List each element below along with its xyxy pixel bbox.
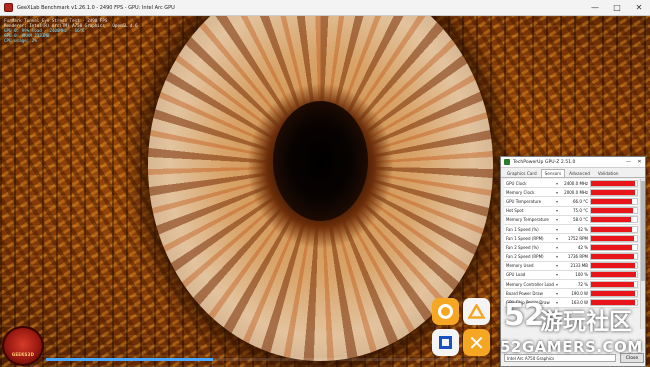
sensor-graph [590, 271, 638, 279]
sensor-graph-fill [591, 217, 632, 223]
sensor-row: GPU Load ▾ 100 % [504, 270, 638, 281]
sensor-row: Memory Clock ▾ 2000.0 MHz [504, 188, 638, 198]
sensor-name: Fan 2 Speed (%) [506, 244, 539, 250]
watermark-brand-number: 52 [504, 298, 545, 333]
sensor-graph [590, 225, 638, 233]
window-titlebar: GeeXLab Benchmark v1.26.1.0 - 2490 FPS -… [0, 0, 650, 16]
sensor-name: Memory Temperature [506, 217, 549, 223]
gpuz-window-controls: — ✕ [623, 159, 645, 165]
sensor-graph [590, 234, 638, 242]
sensor-value: 100 % [575, 272, 588, 278]
sensor-graph [590, 253, 638, 261]
minimize-button[interactable]: — [584, 0, 606, 16]
gpuz-title: TechPowerUp GPU-Z 2.51.0 [513, 159, 576, 165]
sensor-graph-fill [591, 180, 636, 186]
close-window-button[interactable]: ✕ [628, 0, 650, 16]
app-icon [4, 3, 13, 12]
site-watermark: ✕ 52 游玩社区 52GAMERS.COM [430, 292, 650, 367]
sensor-row: Fan 2 Speed (%) ▾ 42 % [504, 243, 638, 253]
benchmark-progress-fill [46, 358, 214, 361]
tab-sensors[interactable]: Sensors [540, 169, 566, 177]
gpuz-titlebar: TechPowerUp GPU-Z 2.51.0 — ✕ [501, 157, 645, 168]
sensor-row: Memory Controller Load ▾ 72 % [504, 280, 638, 290]
triangle-symbol-icon [463, 298, 490, 325]
sensor-name: Memory Used [506, 263, 534, 269]
sensor-graph-fill [591, 235, 634, 241]
tab-advanced[interactable]: Advanced [565, 169, 594, 177]
sensor-name: Memory Clock [506, 189, 535, 195]
sensor-name: Memory Controller Load [506, 281, 554, 287]
gpuz-app-icon [504, 159, 510, 165]
window-title: GeeXLab Benchmark v1.26.1.0 - 2490 FPS -… [17, 4, 175, 11]
sensor-graph [590, 207, 638, 215]
watermark-url: 52GAMERS.COM [500, 338, 643, 356]
sensor-graph-fill [591, 244, 633, 250]
sensor-graph-fill [591, 198, 633, 204]
sensor-list: GPU Clock ▾ 2400.0 MHz Memory Clock ▾ 2000.0 … [504, 179, 638, 308]
sensor-row: Fan 1 Speed (RPM) ▾ 1752 RPM [504, 234, 638, 244]
sensor-value: 75.0 °C [573, 208, 588, 214]
sensor-value: 2133 MB [570, 263, 588, 269]
sensor-graph [590, 243, 638, 251]
hud-overlay: FurMark Tunnel Eye Stress Test - 2490 FP… [4, 18, 264, 43]
maximize-button[interactable]: □ [606, 0, 628, 16]
sensor-value: 2000.0 MHz [564, 189, 588, 195]
eye-pupil [273, 101, 368, 221]
sensor-graph [590, 216, 638, 224]
circle-symbol-icon [432, 298, 459, 325]
sensor-row: Fan 1 Speed (%) ▾ 42 % [504, 224, 638, 235]
sensor-row: GPU Temperature ▾ 66.0 °C [504, 197, 638, 207]
sensor-row: GPU Clock ▾ 2400.0 MHz [504, 179, 638, 189]
sensor-scrollbar-thumb[interactable] [641, 181, 645, 281]
sensor-name: Hot Spot [506, 208, 524, 214]
sensor-graph-fill [591, 208, 634, 214]
sensor-value: 1736 RPM [567, 254, 588, 260]
gpuz-close-icon[interactable]: ✕ [634, 159, 645, 165]
sensor-name: GPU Clock [506, 180, 527, 186]
sensor-name: Fan 1 Speed (RPM) [506, 235, 544, 241]
gpuz-tab-bar: Graphics Card Sensors Advanced Validation [501, 169, 645, 178]
sensor-value: 42 % [577, 226, 588, 232]
sensor-row: Hot Spot ▾ 75.0 °C [504, 206, 638, 216]
sensor-name: GPU Load [506, 272, 526, 278]
sensor-graph-fill [591, 272, 636, 278]
hud-line: CPU usage: 2% [4, 38, 37, 43]
sensor-graph [590, 197, 638, 205]
sensor-name: Fan 2 Speed (RPM) [506, 254, 544, 260]
sensor-graph [590, 188, 638, 196]
sensor-graph [590, 179, 638, 187]
sensor-row: Memory Temperature ▾ 58.0 °C [504, 215, 638, 225]
square-symbol-icon [432, 329, 459, 356]
tab-graphics-card[interactable]: Graphics Card [503, 169, 541, 177]
sensor-name: GPU Temperature [506, 198, 542, 204]
sensor-value: 42 % [577, 244, 588, 250]
benchmark-progress-bar [46, 358, 486, 361]
sensor-value: 2400.0 MHz [564, 180, 588, 186]
geeks3d-logo: GEEKS3D [2, 326, 44, 366]
sensor-graph-fill [591, 263, 635, 269]
window-controls: — □ ✕ [584, 0, 650, 16]
watermark-chinese-text: 游玩社区 [540, 309, 632, 335]
sensor-row: Fan 2 Speed (RPM) ▾ 1736 RPM [504, 252, 638, 262]
logo-text: GEEKS3D [11, 352, 35, 357]
tab-validation[interactable]: Validation [594, 169, 623, 177]
sensor-row: Memory Used ▾ 2133 MB [504, 261, 638, 271]
sensor-value: 72 % [577, 281, 588, 287]
sensor-graph-fill [591, 226, 633, 232]
sensor-graph-fill [591, 281, 635, 287]
watermark-controller-symbols: ✕ [432, 298, 496, 358]
sensor-value: 66.0 °C [573, 198, 588, 204]
sensor-graph-fill [591, 254, 634, 260]
sensor-name: Fan 1 Speed (%) [506, 226, 539, 232]
sensor-graph [590, 262, 638, 270]
sensor-value: 58.0 °C [573, 217, 588, 223]
sensor-graph-fill [591, 189, 635, 195]
sensor-graph [590, 280, 638, 288]
gpuz-minimize-button[interactable]: — [623, 159, 634, 165]
cross-symbol-icon: ✕ [463, 329, 490, 356]
sensor-value: 1752 RPM [567, 235, 588, 241]
